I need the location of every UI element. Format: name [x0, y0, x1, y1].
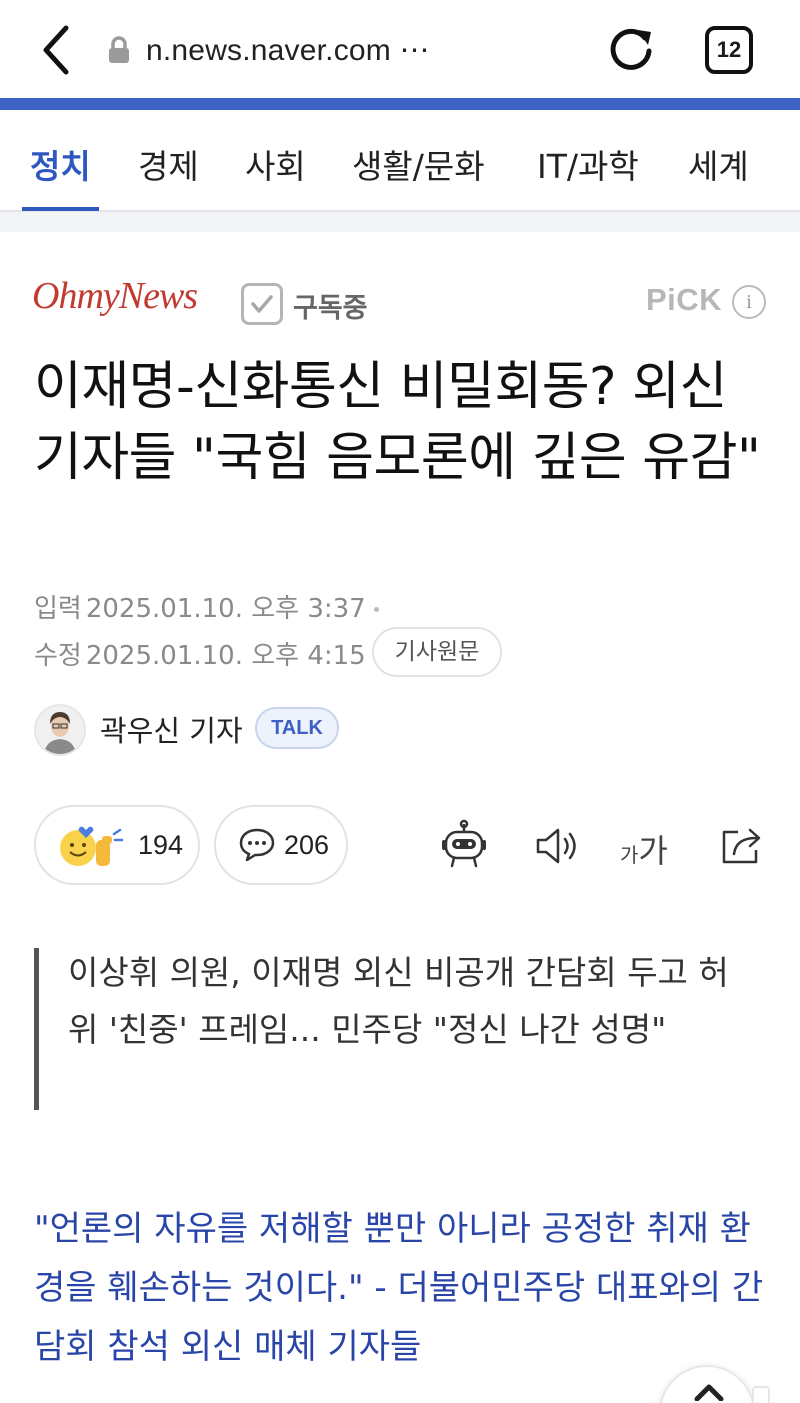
comment-count: 206 — [284, 829, 330, 860]
summary-bot-icon[interactable] — [436, 818, 492, 874]
subscribed-check-icon[interactable] — [241, 283, 283, 325]
article-summary: 이상휘 의원, 이재명 외신 비공개 간담회 두고 허위 '친중' 프레임...… — [68, 953, 729, 1049]
tab-count: 12 — [716, 37, 742, 62]
reaction-button[interactable]: 194 — [34, 805, 200, 885]
tab-politics[interactable]: 정치 — [30, 140, 91, 188]
section-divider — [0, 212, 800, 232]
summary-bar — [34, 948, 39, 1110]
info-icon[interactable]: i — [732, 285, 766, 319]
article-headline: 이재명-신화통신 비밀회동? 외신기자들 "국힘 음모론에 깊은 유감" — [34, 357, 761, 488]
tab-life-culture[interactable]: 생활/문화 — [352, 140, 485, 188]
comment-button[interactable]: 206 — [214, 805, 348, 885]
speaker-icon[interactable] — [530, 818, 586, 874]
reporter-name[interactable]: 곽우신 기자 — [100, 708, 243, 750]
original-article-button[interactable]: 기사원문 — [372, 627, 502, 677]
input-label: 입력 — [34, 594, 82, 624]
share-icon[interactable] — [714, 818, 770, 874]
article-quote: "언론의 자유를 저해할 뿐만 아니라 공정한 취재 환경을 훼손하는 것이다.… — [34, 1209, 764, 1367]
press-logo[interactable]: OhmyNews — [32, 274, 198, 318]
separator-dot — [373, 607, 379, 612]
tab-world[interactable]: 세계 — [688, 140, 749, 188]
address-bar[interactable]: n.news.naver.com ⋯ — [106, 28, 430, 72]
arrow-up-icon — [694, 1384, 724, 1401]
reaction-count: 194 — [138, 829, 184, 860]
modified-date-row: 수정 2025.01.10. 오후 4:15 — [34, 635, 366, 672]
font-size-small: 가 — [620, 843, 639, 867]
lock-icon — [109, 36, 129, 63]
modified-date: 2025.01.10. 오후 4:15 — [85, 641, 366, 671]
tab-economy[interactable]: 경제 — [138, 140, 199, 188]
font-size-icon[interactable]: 가가 — [620, 826, 668, 872]
reporter-avatar[interactable] — [34, 704, 86, 756]
comment-icon — [239, 828, 275, 862]
tab-it-science[interactable]: IT/과학 — [537, 140, 639, 188]
side-handle[interactable] — [752, 1386, 770, 1403]
active-tab-indicator — [22, 207, 99, 211]
modified-label: 수정 — [34, 641, 82, 671]
subscribe-status[interactable]: 구독중 — [293, 286, 368, 325]
input-date-row: 입력 2025.01.10. 오후 3:37 — [34, 588, 379, 625]
browser-toolbar: n.news.naver.com ⋯ 12 — [0, 0, 800, 98]
input-date: 2025.01.10. 오후 3:37 — [85, 594, 366, 624]
reload-icon[interactable] — [604, 24, 658, 78]
emoji-reaction-icon — [60, 826, 124, 866]
tab-society[interactable]: 사회 — [245, 140, 306, 188]
category-nav: 정치 경제 사회 생활/문화 IT/과학 세계 — [0, 110, 800, 212]
tab-switcher-button[interactable]: 12 — [705, 26, 753, 74]
pick-badge: PiCK — [646, 282, 723, 317]
brand-strip — [0, 98, 800, 110]
back-icon[interactable] — [36, 22, 80, 78]
talk-button[interactable]: TALK — [255, 707, 339, 749]
url-text: n.news.naver.com ⋯ — [146, 33, 430, 67]
font-size-large: 가 — [638, 832, 668, 870]
